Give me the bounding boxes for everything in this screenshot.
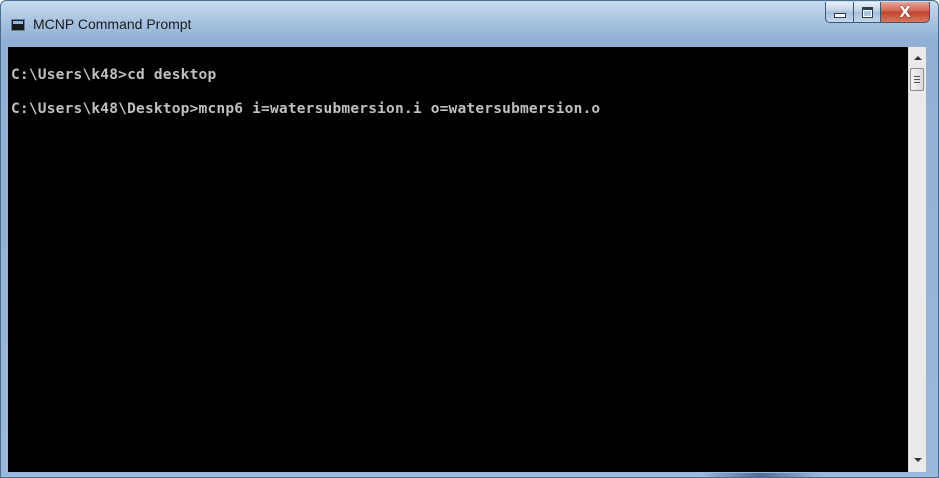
console-output-area[interactable]: C:\Users\k48>cd desktop C:\Users\k48\Des…: [8, 47, 908, 472]
console-line: C:\Users\k48\Desktop>mcnp6 i=watersubmer…: [11, 101, 601, 117]
close-button[interactable]: X: [881, 2, 930, 23]
minimize-button[interactable]: [825, 2, 854, 23]
scroll-thumb-grip-icon: [914, 76, 920, 77]
console-line: C:\Users\k48>cd desktop: [11, 67, 217, 83]
maximize-button[interactable]: [854, 2, 881, 23]
close-icon: X: [899, 2, 911, 21]
scroll-down-arrow-icon: [913, 457, 922, 462]
scroll-down-button[interactable]: [909, 451, 926, 468]
vertical-scrollbar[interactable]: [908, 47, 926, 472]
scroll-thumb[interactable]: [910, 68, 924, 91]
minimize-icon: [833, 13, 846, 18]
scroll-thumb-grip-icon: [914, 79, 920, 80]
frame-highlight: [701, 473, 821, 477]
command-prompt-window: MCNP Command Prompt X C:\Users\k48>cd de…: [0, 0, 939, 478]
scroll-up-arrow-icon: [913, 55, 922, 60]
console-icon[interactable]: [11, 19, 25, 31]
scroll-up-button[interactable]: [909, 49, 926, 66]
window-title: MCNP Command Prompt: [33, 16, 192, 32]
title-bar[interactable]: MCNP Command Prompt X: [1, 1, 938, 47]
scroll-thumb-grip-icon: [914, 82, 920, 83]
caption-buttons: X: [825, 2, 930, 23]
maximize-icon: [861, 6, 873, 18]
